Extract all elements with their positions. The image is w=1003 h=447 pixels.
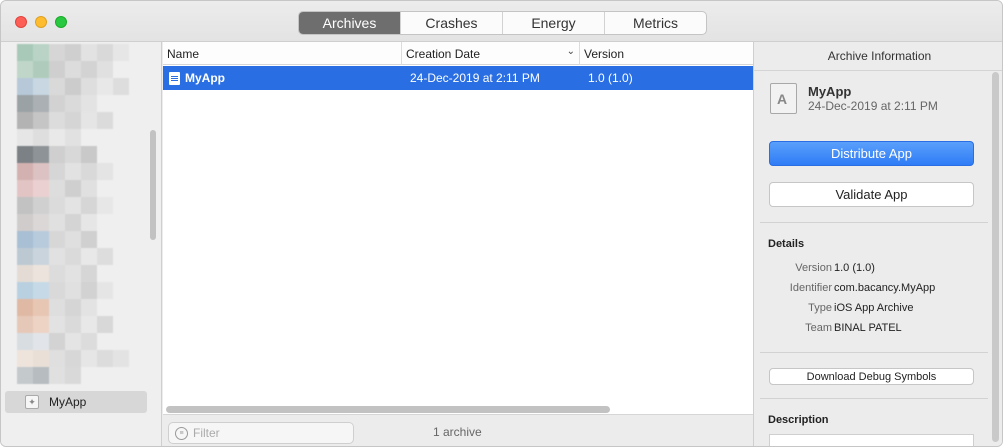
- column-version[interactable]: Version: [580, 42, 753, 65]
- inspector-scrollbar[interactable]: [992, 72, 999, 442]
- detail-identifier: Identifier com.bacancy.MyApp: [754, 282, 989, 296]
- archive-list: Name Creation Date ⌄ Version MyApp 24-De…: [163, 42, 753, 446]
- sidebar-item-myapp[interactable]: ✦ MyApp: [5, 391, 147, 413]
- filter-icon: ≡: [175, 426, 188, 440]
- detail-version: Version 1.0 (1.0): [754, 262, 989, 276]
- tab-metrics[interactable]: Metrics: [605, 12, 706, 34]
- row-version: 1.0 (1.0): [588, 71, 633, 85]
- filter-placeholder: Filter: [193, 426, 220, 440]
- archive-count: 1 archive: [433, 425, 482, 439]
- archive-date: 24-Dec-2019 at 2:11 PM: [808, 99, 938, 113]
- detail-team-value: BINAL PATEL: [834, 322, 902, 334]
- horizontal-scrollbar[interactable]: [166, 406, 610, 413]
- column-creation-date-label: Creation Date: [406, 46, 481, 61]
- blurred-app-list: [7, 44, 147, 428]
- detail-identifier-label: Identifier: [789, 282, 832, 294]
- zoom-icon[interactable]: [55, 16, 67, 28]
- archive-inspector: Archive Information MyApp 24-Dec-2019 at…: [753, 42, 1002, 446]
- inspector-title: Archive Information: [754, 42, 1002, 71]
- row-creation-date: 24-Dec-2019 at 2:11 PM: [410, 71, 540, 85]
- sort-chevron-icon: ⌄: [566, 46, 575, 57]
- close-icon[interactable]: [15, 16, 27, 28]
- sidebar-item-label: MyApp: [49, 395, 87, 409]
- details-title: Details: [768, 238, 805, 250]
- column-creation-date[interactable]: Creation Date ⌄: [402, 42, 580, 65]
- archive-app-name: MyApp: [808, 84, 852, 99]
- detail-version-value: 1.0 (1.0): [834, 262, 875, 274]
- table-row[interactable]: MyApp 24-Dec-2019 at 2:11 PM 1.0 (1.0): [163, 66, 753, 90]
- filter-field[interactable]: ≡ Filter: [168, 422, 354, 444]
- detail-type: Type iOS App Archive: [754, 302, 989, 316]
- detail-team-label: Team: [805, 322, 832, 334]
- download-debug-symbols-button[interactable]: Download Debug Symbols: [769, 368, 974, 385]
- detail-identifier-value: com.bacancy.MyApp: [834, 282, 936, 294]
- detail-type-label: Type: [808, 302, 832, 314]
- tab-crashes[interactable]: Crashes: [401, 12, 503, 34]
- row-name: MyApp: [185, 71, 225, 85]
- divider: [760, 398, 988, 399]
- organizer-window: Archives Crashes Energy Metrics ✦ MyApp …: [0, 0, 1003, 447]
- description-title: Description: [768, 414, 829, 426]
- organizer-tabs: Archives Crashes Energy Metrics: [298, 11, 707, 35]
- list-footer: ≡ Filter 1 archive: [163, 414, 753, 446]
- distribute-app-button[interactable]: Distribute App: [769, 141, 974, 166]
- archive-icon: [770, 83, 797, 114]
- detail-type-value: iOS App Archive: [834, 302, 914, 314]
- document-icon: [169, 71, 180, 85]
- tab-energy[interactable]: Energy: [503, 12, 605, 34]
- detail-version-label: Version: [795, 262, 832, 274]
- detail-team: Team BINAL PATEL: [754, 322, 989, 336]
- divider: [760, 222, 988, 223]
- minimize-icon[interactable]: [35, 16, 47, 28]
- tab-archives[interactable]: Archives: [299, 12, 401, 34]
- sidebar-scrollbar[interactable]: [150, 130, 156, 240]
- validate-app-button[interactable]: Validate App: [769, 182, 974, 207]
- column-name[interactable]: Name: [163, 42, 402, 65]
- title-bar: Archives Crashes Energy Metrics: [1, 1, 1002, 42]
- divider: [760, 352, 988, 353]
- column-header: Name Creation Date ⌄ Version: [163, 42, 753, 65]
- sidebar: ✦ MyApp: [1, 42, 162, 446]
- description-field[interactable]: [769, 434, 974, 446]
- app-archive-icon: ✦: [25, 395, 39, 409]
